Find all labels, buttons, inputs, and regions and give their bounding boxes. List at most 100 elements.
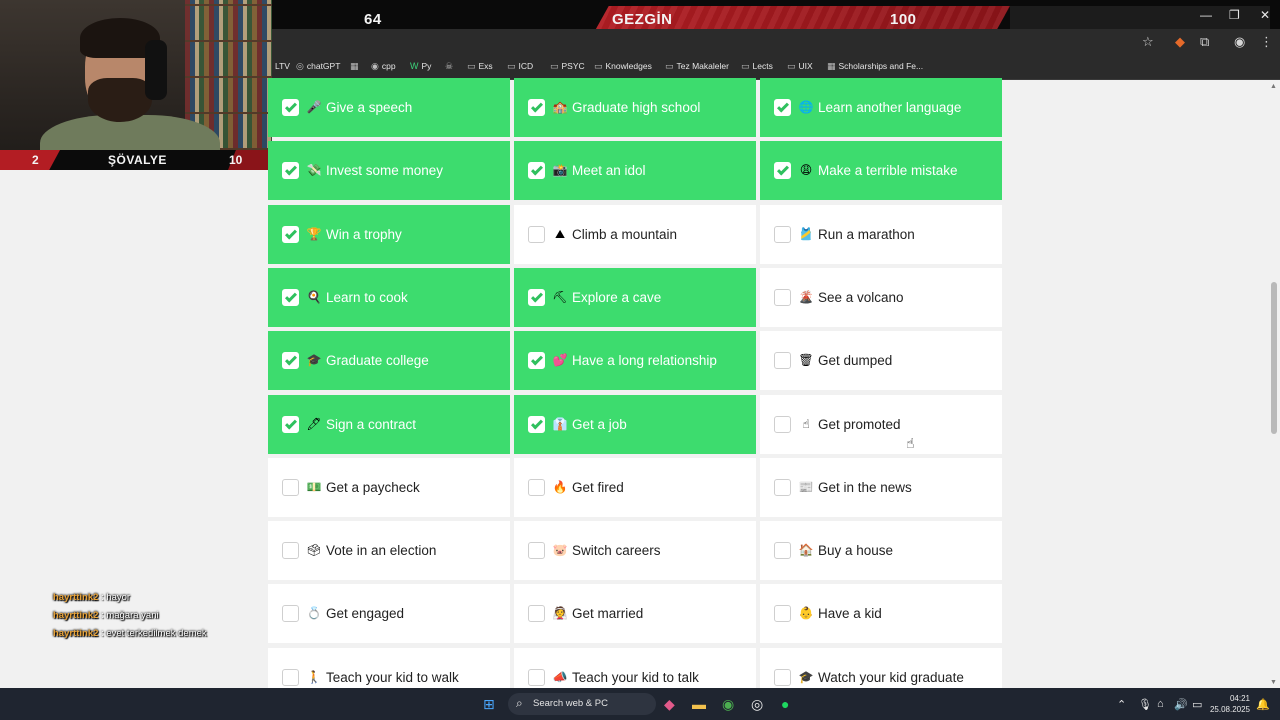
- notification-bell-icon[interactable]: 🔔: [1256, 698, 1270, 711]
- checkbox[interactable]: [528, 478, 545, 496]
- checkbox[interactable]: [774, 288, 791, 306]
- bookmark-item[interactable]: ☠: [445, 61, 456, 72]
- checklist-card[interactable]: 🔥 Get fired: [514, 457, 756, 517]
- bookmark-item[interactable]: LTV: [272, 61, 290, 71]
- bookmark-folder[interactable]: ▭ UIX: [787, 61, 813, 72]
- extension-fox-icon[interactable]: ◆: [1175, 34, 1185, 50]
- scroll-up-icon[interactable]: ▲: [1270, 83, 1277, 90]
- checklist-card[interactable]: 💍 Get engaged: [268, 584, 510, 644]
- checkbox[interactable]: [282, 478, 299, 496]
- checkbox[interactable]: [528, 99, 545, 116]
- checklist-card[interactable]: 😩 Make a terrible mistake: [760, 141, 1002, 201]
- checkbox[interactable]: [774, 478, 791, 496]
- checklist-card[interactable]: 🎤 Give a speech: [268, 78, 510, 137]
- bookmark-folder[interactable]: ▭ Tez Makaleler: [665, 61, 729, 72]
- close-icon[interactable]: ✕: [1260, 8, 1270, 22]
- checklist-card[interactable]: 🎓 Graduate college: [268, 331, 510, 391]
- star-icon[interactable]: ☆: [1142, 34, 1154, 50]
- checkbox[interactable]: [774, 225, 791, 243]
- checklist-card[interactable]: 🎽 Run a marathon: [760, 204, 1002, 264]
- checkbox[interactable]: [282, 288, 299, 306]
- bookmark-folder[interactable]: ▭ Exs: [467, 61, 493, 72]
- checkbox[interactable]: [774, 668, 791, 686]
- tray-chevron-icon[interactable]: ⌃: [1117, 698, 1126, 711]
- checkbox[interactable]: [282, 225, 299, 243]
- checkbox[interactable]: [282, 162, 299, 180]
- checklist-card[interactable]: 📣 Teach your kid to talk: [514, 647, 756, 690]
- checkbox[interactable]: [282, 99, 299, 116]
- checklist-card[interactable]: 🗳 Vote in an election: [268, 521, 510, 581]
- page-scrollbar-thumb[interactable]: [1271, 282, 1277, 434]
- taskbar-clock[interactable]: 04:21 25.08.2025: [1208, 693, 1250, 715]
- checklist-card[interactable]: ⛏ Explore a cave: [514, 267, 756, 327]
- checklist-card[interactable]: 💸 Invest some money: [268, 141, 510, 201]
- checkbox[interactable]: [774, 605, 791, 623]
- checkbox[interactable]: [774, 352, 791, 370]
- minimize-icon[interactable]: —: [1200, 8, 1212, 22]
- checkbox[interactable]: [528, 225, 545, 243]
- scroll-down-icon[interactable]: ▼: [1270, 679, 1277, 686]
- checklist-card[interactable]: 🏠 Buy a house: [760, 521, 1002, 581]
- bookmark-item[interactable]: ▦ Scholarships and Fe...: [827, 61, 923, 72]
- checkbox[interactable]: [282, 542, 299, 560]
- microphone-icon[interactable]: 🎙: [1138, 698, 1152, 711]
- figma-icon[interactable]: ◆: [664, 696, 675, 713]
- checklist-card[interactable]: 📸 Meet an idol: [514, 141, 756, 201]
- checklist-card[interactable]: 🍳 Learn to cook: [268, 267, 510, 327]
- checklist-card[interactable]: ☝ Get promoted: [760, 394, 1002, 454]
- checkbox[interactable]: [774, 542, 791, 560]
- checklist-card[interactable]: 📰 Get in the news: [760, 457, 1002, 517]
- checkbox[interactable]: [774, 99, 791, 116]
- checklist-card[interactable]: 👶 Have a kid: [760, 584, 1002, 644]
- checklist-card[interactable]: 🏫 Graduate high school: [514, 78, 756, 137]
- checkbox[interactable]: [528, 352, 545, 370]
- obs-icon[interactable]: ◎: [751, 696, 763, 713]
- file-explorer-icon[interactable]: ▬: [692, 696, 706, 712]
- bookmark-folder[interactable]: ▭ PSYC: [550, 61, 585, 72]
- checklist-card[interactable]: 🐷 Switch careers: [514, 521, 756, 581]
- checklist-card[interactable]: 🖊 Sign a contract: [268, 394, 510, 454]
- extensions-puzzle-icon[interactable]: ⧉: [1200, 34, 1209, 50]
- bookmark-item[interactable]: ▦: [350, 61, 362, 72]
- checklist-card[interactable]: 🌋 See a volcano: [760, 267, 1002, 327]
- card-emoji-icon: 👔: [552, 416, 568, 431]
- checkbox[interactable]: [528, 542, 545, 560]
- checkbox[interactable]: [528, 605, 545, 623]
- checkbox[interactable]: [528, 668, 545, 686]
- bookmark-folder[interactable]: ▭ ICD: [507, 61, 533, 72]
- chrome-icon[interactable]: ◉: [722, 696, 734, 713]
- checkbox[interactable]: [282, 352, 299, 370]
- checkbox[interactable]: [774, 162, 791, 180]
- menu-dots-icon[interactable]: ⋮: [1260, 34, 1273, 50]
- checklist-card[interactable]: 🌐 Learn another language: [760, 78, 1002, 137]
- checkbox[interactable]: [528, 162, 545, 180]
- windows-start-icon[interactable]: ⊞: [483, 696, 495, 713]
- checkbox[interactable]: [528, 288, 545, 306]
- checklist-card[interactable]: 💕 Have a long relationship: [514, 331, 756, 391]
- bookmark-folder[interactable]: ▭ Knowledges: [594, 61, 652, 72]
- taskbar-search[interactable]: ⌕ Search web & PC: [508, 693, 656, 715]
- network-icon[interactable]: ⌂: [1157, 698, 1164, 710]
- checklist-card[interactable]: 💵 Get a paycheck: [268, 457, 510, 517]
- checkbox[interactable]: [774, 415, 791, 433]
- checkbox[interactable]: [282, 668, 299, 686]
- spotify-icon[interactable]: ●: [781, 696, 789, 712]
- checklist-card[interactable]: 🚶 Teach your kid to walk: [268, 647, 510, 690]
- checkbox[interactable]: [282, 605, 299, 623]
- profile-icon[interactable]: ◉: [1234, 34, 1245, 50]
- bookmark-folder[interactable]: ▭ Lects: [741, 61, 773, 72]
- checklist-card[interactable]: 👰 Get married: [514, 584, 756, 644]
- checklist-card[interactable]: 🗑 Get dumped: [760, 331, 1002, 391]
- checkbox[interactable]: [282, 415, 299, 433]
- battery-icon[interactable]: ▭: [1192, 698, 1202, 711]
- checklist-card[interactable]: 👔 Get a job: [514, 394, 756, 454]
- checklist-card[interactable]: 🏆 Win a trophy: [268, 204, 510, 264]
- restore-icon[interactable]: ❐: [1229, 8, 1240, 22]
- bookmark-item[interactable]: ◎ chatGPT: [296, 61, 340, 72]
- checklist-card[interactable]: 🎓 Watch your kid graduate: [760, 647, 1002, 690]
- bookmark-item[interactable]: ◉ cpp: [371, 61, 396, 72]
- checkbox[interactable]: [528, 415, 545, 433]
- volume-icon[interactable]: 🔊: [1174, 698, 1188, 711]
- checklist-card[interactable]: ⛰ Climb a mountain: [514, 204, 756, 264]
- bookmark-item[interactable]: W Py: [410, 61, 431, 71]
